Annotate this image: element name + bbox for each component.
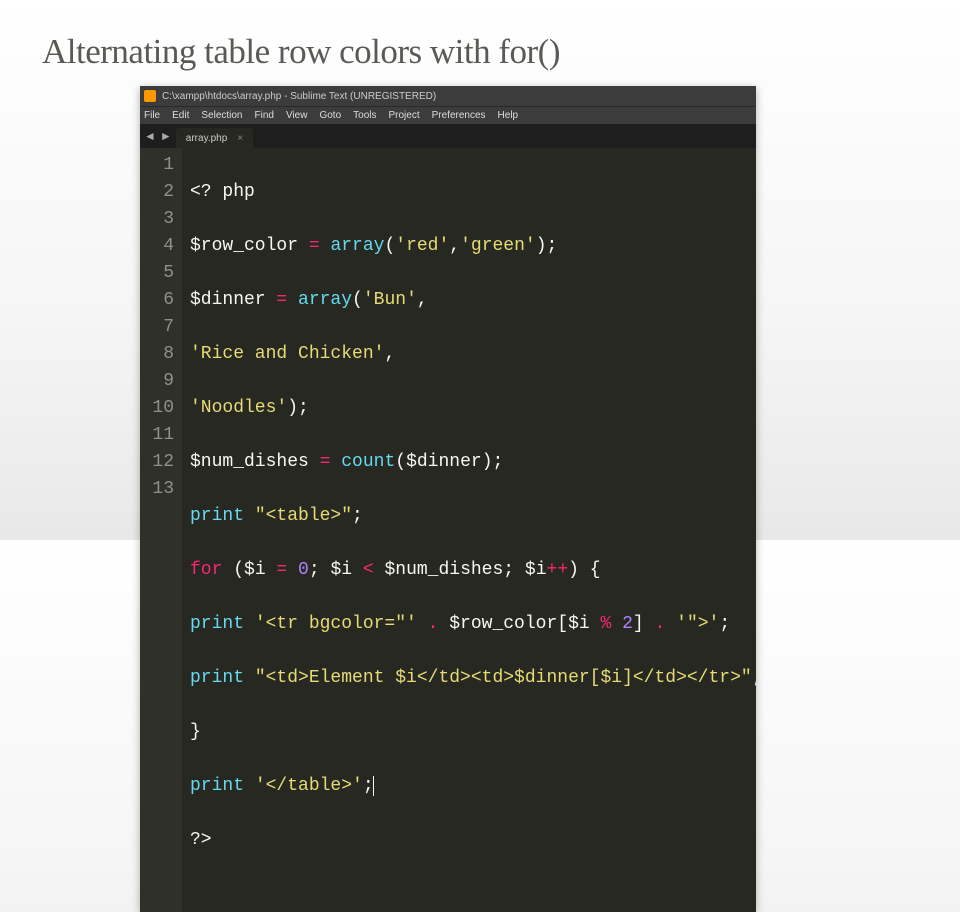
menu-help[interactable]: Help <box>498 110 519 121</box>
nav-forward-icon[interactable]: ► <box>160 129 172 143</box>
tab-array-php[interactable]: array.php × <box>176 128 253 148</box>
line-number: 3 <box>140 206 174 233</box>
code-line: } <box>190 719 756 746</box>
line-number: 1 <box>140 152 174 179</box>
code-line: 'Rice and Chicken', <box>190 341 756 368</box>
line-number: 10 <box>140 395 174 422</box>
menu-preferences[interactable]: Preferences <box>432 110 486 121</box>
code-line: print '<tr bgcolor="' . $row_color[$i % … <box>190 611 756 638</box>
line-number: 2 <box>140 179 174 206</box>
code-line: $num_dishes = count($dinner); <box>190 449 756 476</box>
line-number: 9 <box>140 368 174 395</box>
line-number: 13 <box>140 476 174 503</box>
menu-goto[interactable]: Goto <box>319 110 341 121</box>
menu-find[interactable]: Find <box>255 110 274 121</box>
code-line: print "<table>"; <box>190 503 756 530</box>
code-content[interactable]: <? php $row_color = array('red','green')… <box>182 148 756 912</box>
tab-close-icon[interactable]: × <box>237 133 243 144</box>
line-number: 4 <box>140 233 174 260</box>
line-gutter: 1 2 3 4 5 6 7 8 9 10 11 12 13 <box>140 148 182 912</box>
code-line: print '</table>'; <box>190 773 756 800</box>
nav-back-icon[interactable]: ◄ <box>144 129 156 143</box>
menu-project[interactable]: Project <box>389 110 420 121</box>
line-number: 12 <box>140 449 174 476</box>
window-titlebar: C:\xampp\htdocs\array.php - Sublime Text… <box>140 86 756 106</box>
tab-label: array.php <box>186 133 228 144</box>
window-title: C:\xampp\htdocs\array.php - Sublime Text… <box>162 91 436 102</box>
tab-bar: ◄ ► array.php × <box>140 124 756 148</box>
menu-bar: File Edit Selection Find View Goto Tools… <box>140 106 756 124</box>
line-number: 6 <box>140 287 174 314</box>
menu-view[interactable]: View <box>286 110 308 121</box>
line-number: 5 <box>140 260 174 287</box>
menu-tools[interactable]: Tools <box>353 110 376 121</box>
editor-window: C:\xampp\htdocs\array.php - Sublime Text… <box>140 86 756 912</box>
code-line: 'Noodles'); <box>190 395 756 422</box>
menu-edit[interactable]: Edit <box>172 110 189 121</box>
menu-file[interactable]: File <box>144 110 160 121</box>
slide-title: Alternating table row colors with for() <box>42 32 560 72</box>
code-line: $row_color = array('red','green'); <box>190 233 756 260</box>
code-line: print "<td>Element $i</td><td>$dinner[$i… <box>190 665 756 692</box>
line-number: 11 <box>140 422 174 449</box>
code-line: <? php <box>190 179 756 206</box>
line-number: 8 <box>140 341 174 368</box>
code-area: 1 2 3 4 5 6 7 8 9 10 11 12 13 <? php $ro… <box>140 148 756 912</box>
code-line: ?> <box>190 827 756 854</box>
text-cursor-icon <box>373 776 374 796</box>
line-number: 7 <box>140 314 174 341</box>
code-line: $dinner = array('Bun', <box>190 287 756 314</box>
app-icon <box>144 90 156 102</box>
code-line: for ($i = 0; $i < $num_dishes; $i++) { <box>190 557 756 584</box>
menu-selection[interactable]: Selection <box>201 110 242 121</box>
